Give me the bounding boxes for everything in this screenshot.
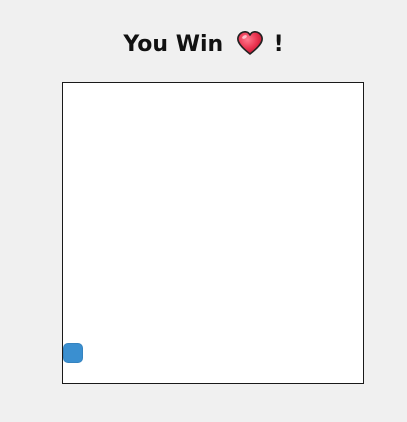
win-message-exclamation: ! [273, 32, 284, 57]
win-message: You Win ! [0, 26, 407, 64]
win-message-text: You Win [123, 32, 224, 57]
heart-icon [236, 30, 264, 56]
game-page: You Win ! [0, 0, 407, 422]
game-board[interactable] [62, 82, 364, 384]
player-square[interactable] [63, 343, 83, 363]
